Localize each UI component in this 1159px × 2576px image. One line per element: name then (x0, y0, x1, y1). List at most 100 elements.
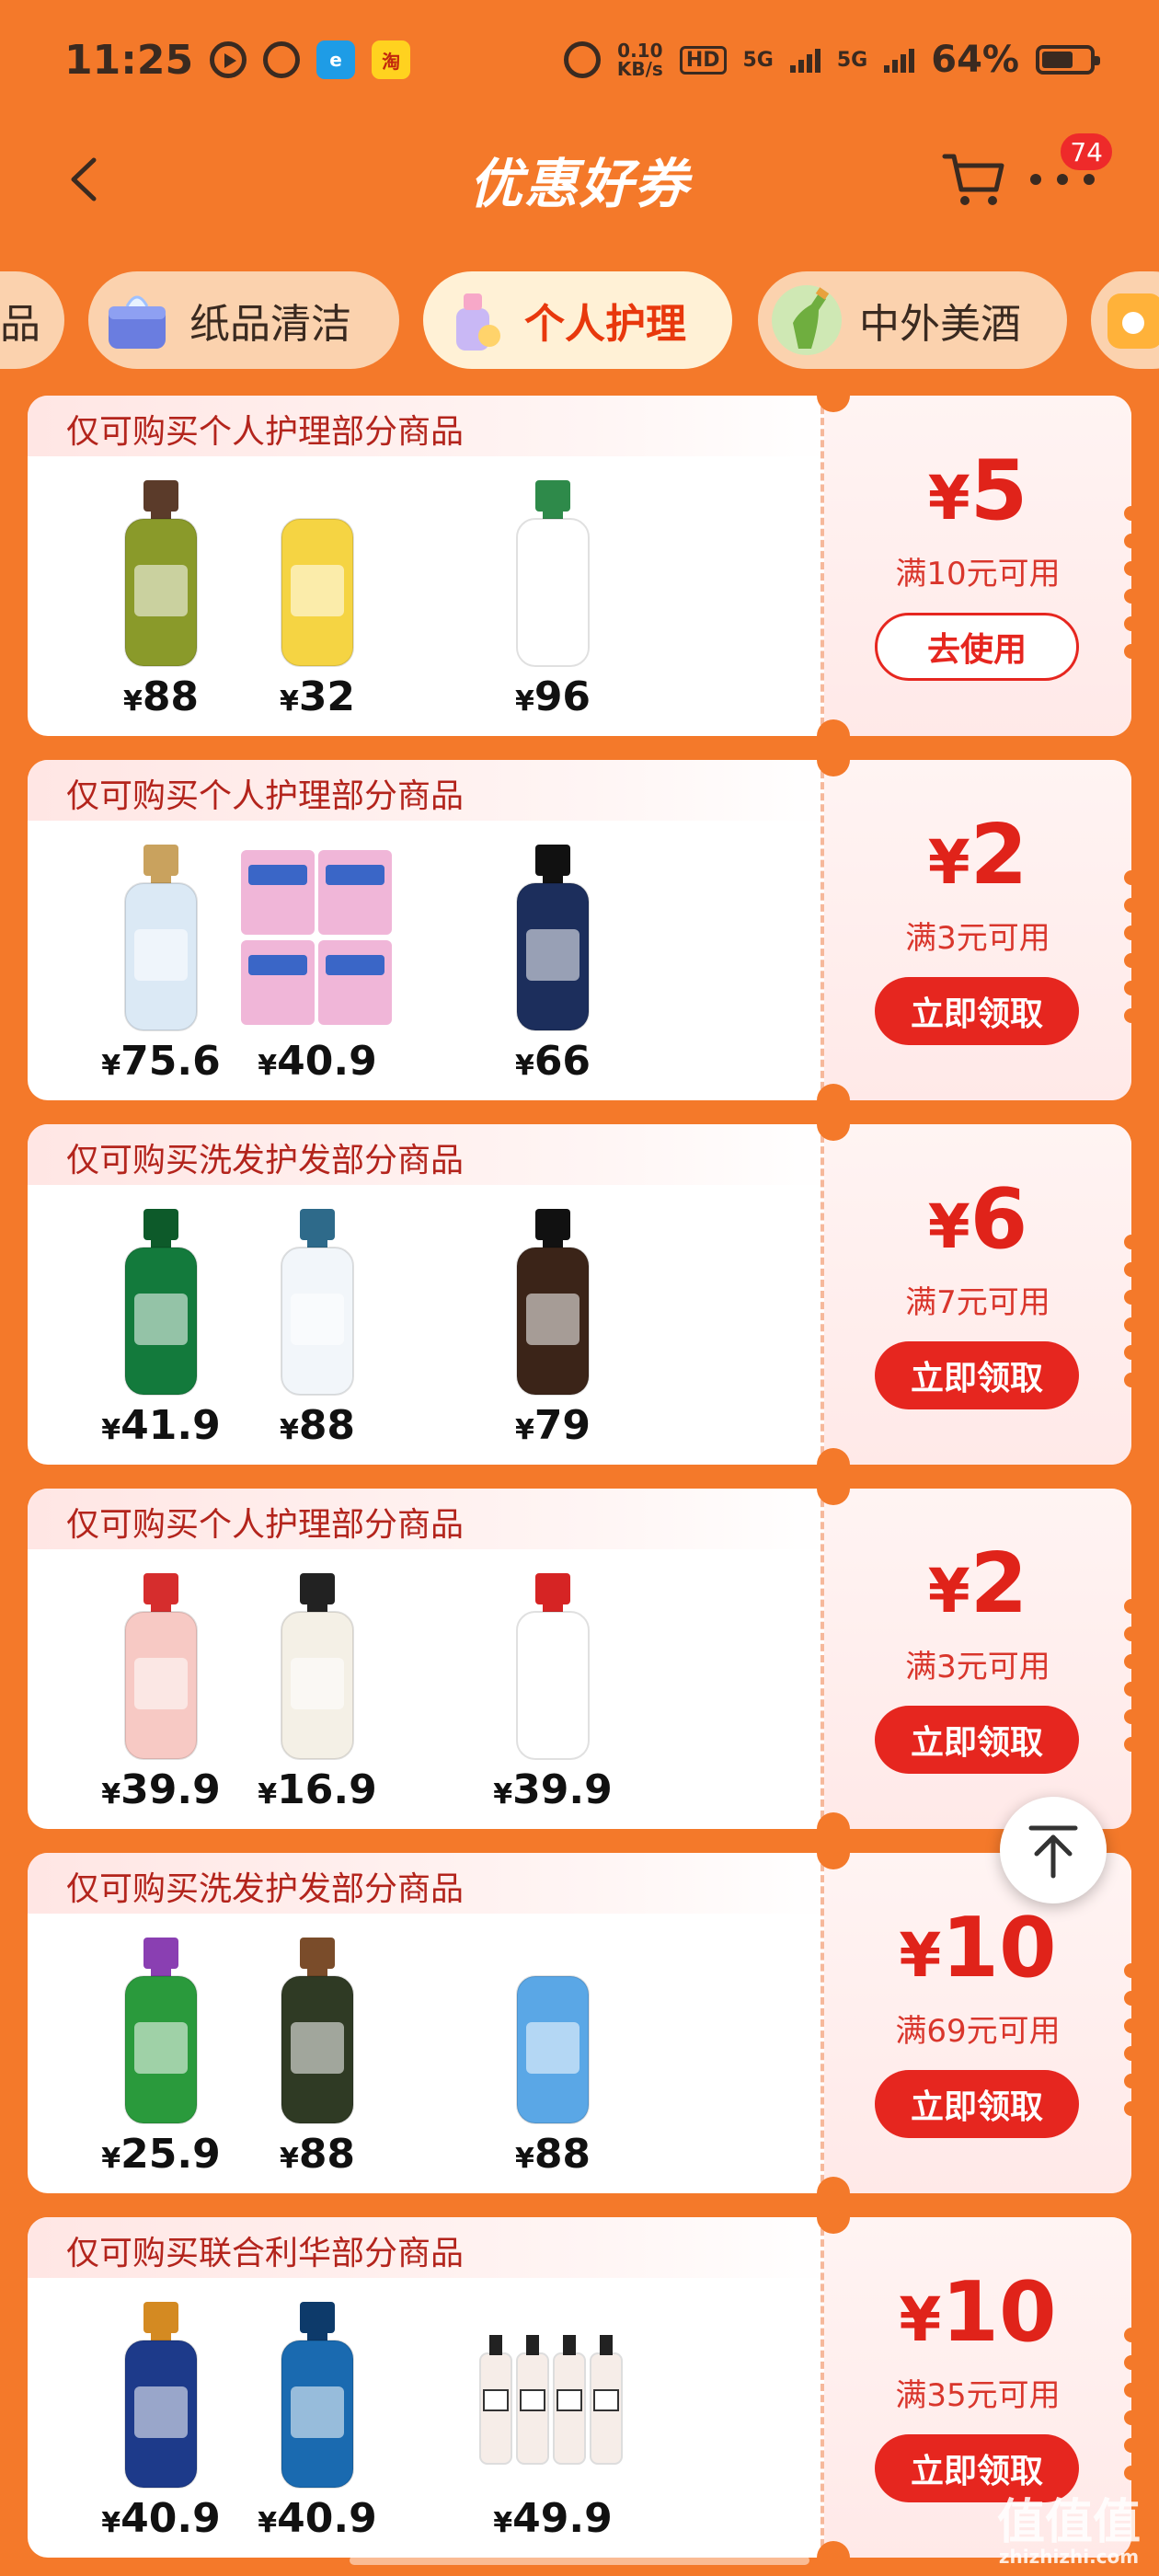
coupon-amount-value: 2 (970, 807, 1028, 903)
product-price: ¥88 (212, 1402, 423, 1449)
coupon-divider (820, 1124, 824, 1465)
currency-symbol: ¥ (258, 2507, 278, 2539)
product-item[interactable]: ¥40.9 (212, 2291, 423, 2558)
coupon-card[interactable]: 仅可购买个人护理部分商品 ¥88 ¥32 ¥96 ¥5 满10元可用 去使用 (28, 396, 1131, 736)
watermark: 值值值 zhizhizhi.com (997, 2499, 1141, 2567)
product-price: ¥40.9 (212, 2495, 423, 2542)
coupon-card[interactable]: 仅可购买个人护理部分商品 ¥75.6 ¥40.9 ¥66 ¥2 满3元可用 立即… (28, 760, 1131, 1100)
coupon-card[interactable]: 仅可购买洗发护发部分商品 ¥41.9 ¥88 ¥79 ¥6 满7元可用 立即领取 (28, 1124, 1131, 1465)
tissue-box-icon (109, 295, 166, 349)
product-image (241, 850, 392, 1025)
product-price-value: 96 (534, 673, 591, 720)
product-price-value: 25.9 (120, 2131, 221, 2178)
coupon-card[interactable]: 仅可购买洗发护发部分商品 ¥25.9 ¥88 ¥88 ¥10 满69元可用 立即… (28, 1853, 1131, 2193)
coupon-amount-value: 2 (970, 1535, 1028, 1632)
product-item[interactable]: ¥49.9 (447, 2291, 659, 2558)
cart-badge: 74 (1058, 131, 1115, 173)
product-item[interactable]: ¥32 (212, 469, 423, 736)
currency-symbol: ¥ (279, 2143, 299, 2175)
currency-symbol: ¥ (258, 1778, 278, 1811)
currency-symbol: ¥ (101, 1050, 121, 1082)
coupon-card[interactable]: 仅可购买联合利华部分商品 ¥40.9 ¥40.9 ¥49.9 ¥10 满35元可… (28, 2217, 1131, 2558)
product-price: ¥88 (212, 2131, 423, 2178)
currency-symbol: ¥ (899, 1920, 942, 1991)
coupon-amount: ¥2 (824, 1540, 1131, 1636)
coupon-value-panel: ¥2 满3元可用 立即领取 (824, 1489, 1131, 1829)
product-item[interactable]: ¥88 (212, 1198, 423, 1465)
coupon-divider (820, 1853, 824, 2193)
category-tabs: 品 纸品清洁 个人护理 中外美酒 (0, 271, 1159, 373)
coupon-edge-dots (1124, 2328, 1131, 2480)
coupon-scope-title: 仅可购买个人护理部分商品 (28, 396, 828, 456)
claim-coupon-button[interactable]: 立即领取 (875, 2434, 1079, 2502)
product-item[interactable]: ¥66 (447, 834, 659, 1100)
arrow-up-icon (1028, 1825, 1078, 1879)
product-price: ¥39.9 (447, 1766, 659, 1813)
product-price: ¥49.9 (447, 2495, 659, 2542)
product-image (281, 1573, 354, 1760)
product-price-value: 32 (298, 673, 356, 720)
cart-icon[interactable] (941, 149, 1007, 210)
watermark-main: 值值值 (996, 2495, 1141, 2550)
product-image (281, 1209, 354, 1396)
signal-icon (884, 47, 915, 73)
coupon-edge-dots (1124, 1963, 1131, 2116)
coupon-condition: 满7元可用 (905, 1284, 1050, 1321)
status-bar: 11:25 e 淘 0.10 KB/s HD 5G 5G 64% (0, 0, 1159, 120)
home-indicator[interactable] (350, 2556, 809, 2565)
product-item[interactable]: ¥79 (447, 1198, 659, 1465)
coupon-condition: 满3元可用 (905, 920, 1050, 957)
tab-label: 品 (0, 301, 40, 348)
back-arrow-icon[interactable] (64, 156, 110, 202)
pet-food-icon (1107, 293, 1159, 349)
lotion-bottle-icon (456, 293, 500, 351)
product-item[interactable]: ¥39.9 (447, 1562, 659, 1829)
currency-symbol: ¥ (927, 1556, 970, 1627)
product-price-value: 88 (298, 1402, 356, 1449)
product-price-value: 75.6 (120, 1038, 221, 1085)
product-price-value: 88 (298, 2131, 356, 2178)
product-item[interactable]: ¥88 (212, 1926, 423, 2193)
currency-symbol: ¥ (514, 1414, 534, 1446)
currency-symbol: ¥ (279, 685, 299, 718)
tab-previous[interactable]: 品 (0, 271, 64, 369)
tab-personal-care[interactable]: 个人护理 (423, 271, 732, 369)
status-time: 11:25 (64, 36, 194, 84)
back-to-top-button[interactable] (1000, 1797, 1107, 1903)
product-price-value: 40.9 (277, 2495, 377, 2542)
coupon-value-panel: ¥10 满69元可用 立即领取 (824, 1853, 1131, 2193)
tab-paper-cleaning[interactable]: 纸品清洁 (88, 271, 399, 369)
product-price: ¥40.9 (212, 1038, 423, 1085)
product-price-value: 79 (534, 1402, 591, 1449)
hd-icon: HD (679, 45, 727, 75)
coupon-amount: ¥5 (824, 447, 1131, 543)
claim-coupon-button[interactable]: 立即领取 (875, 2070, 1079, 2138)
browser-icon: e (316, 40, 356, 79)
product-price-value: 39.9 (512, 1766, 613, 1813)
currency-symbol: ¥ (899, 2284, 942, 2355)
alarm-icon (563, 41, 601, 78)
claim-coupon-button[interactable]: 立即领取 (875, 977, 1079, 1045)
network-label-2: 5G (836, 48, 868, 72)
currency-symbol: ¥ (927, 1191, 970, 1262)
coupon-amount: ¥2 (824, 811, 1131, 907)
currency-symbol: ¥ (101, 2143, 121, 2175)
signal-icon (789, 47, 820, 73)
status-left: 11:25 e 淘 (64, 36, 411, 84)
coupon-condition: 满3元可用 (905, 1649, 1050, 1685)
product-image (516, 480, 590, 667)
product-item[interactable]: ¥40.9 (212, 834, 423, 1100)
product-price: ¥66 (447, 1038, 659, 1085)
coupon-divider (820, 396, 824, 736)
claim-coupon-button[interactable]: 立即领取 (875, 1341, 1079, 1409)
product-item[interactable]: ¥16.9 (212, 1562, 423, 1829)
currency-symbol: ¥ (514, 685, 534, 718)
coupon-card[interactable]: 仅可购买个人护理部分商品 ¥39.9 ¥16.9 ¥39.9 ¥2 满3元可用 … (28, 1489, 1131, 1829)
use-coupon-button[interactable]: 去使用 (875, 613, 1079, 681)
product-item[interactable]: ¥96 (447, 469, 659, 736)
tab-wine[interactable]: 中外美酒 (758, 271, 1067, 369)
tab-next[interactable] (1091, 271, 1159, 369)
product-item[interactable]: ¥88 (447, 1926, 659, 2193)
claim-coupon-button[interactable]: 立即领取 (875, 1706, 1079, 1774)
product-price-value: 40.9 (120, 2495, 221, 2542)
